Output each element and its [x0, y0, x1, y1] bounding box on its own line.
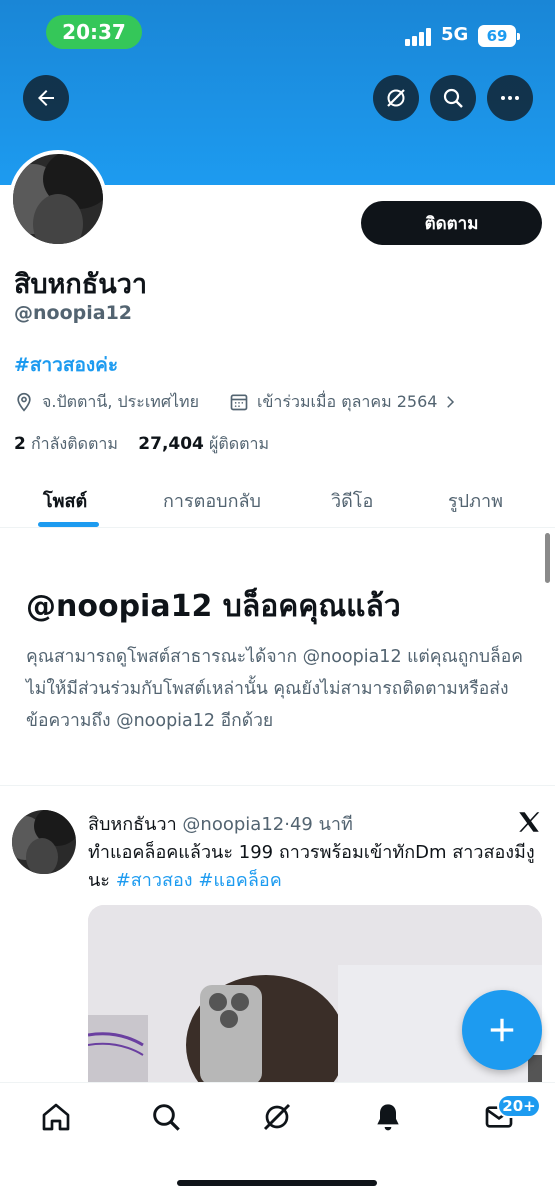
post-time: 49 นาที — [289, 814, 353, 835]
compose-post-button[interactable] — [462, 990, 542, 1070]
signal-icon — [405, 28, 431, 46]
status-time: 20:37 — [46, 15, 142, 49]
search-icon — [443, 88, 463, 108]
messages-badge: 20+ — [497, 1094, 541, 1118]
followers-count: 27,404 — [138, 434, 204, 454]
grok-icon — [387, 89, 405, 107]
post-hashtag-1[interactable]: #สาวสอง — [116, 870, 193, 891]
search-icon — [153, 1104, 180, 1131]
blocked-message: คุณสามารถดูโพสต์สาธารณะได้จาก @noopia12 … — [26, 647, 523, 731]
nav-notifications[interactable] — [370, 1099, 406, 1135]
profile-avatar[interactable] — [9, 150, 107, 248]
scrollbar[interactable] — [545, 533, 550, 583]
plus-icon — [490, 1018, 514, 1042]
status-bar: 20:37 5G 69 — [0, 0, 555, 62]
section-divider — [0, 785, 555, 786]
nav-home[interactable] — [38, 1099, 74, 1135]
profile-handle: @noopia12 — [14, 302, 133, 324]
location-text: จ.ปัตตานี, ประเทศไทย — [42, 391, 199, 411]
post-header: สิบหกธันวา @noopia12·49 นาที — [88, 809, 353, 838]
follow-button[interactable]: ติดตาม — [361, 201, 542, 245]
nav-search[interactable] — [148, 1099, 184, 1135]
back-arrow-icon — [38, 90, 54, 106]
x-logo-icon — [519, 812, 540, 832]
following-count: 2 — [14, 434, 26, 454]
grok-icon — [263, 1103, 291, 1131]
profile-tabs: โพสต์ การตอบกลับ วิดีโอ รูปภาพ — [0, 470, 555, 528]
profile-location: จ.ปัตตานี, ประเทศไทย — [14, 389, 199, 415]
more-icon — [501, 96, 519, 100]
chevron-right-icon — [447, 396, 455, 408]
home-indicator — [177, 1180, 377, 1186]
nav-grok[interactable] — [259, 1099, 295, 1135]
location-icon — [17, 392, 31, 412]
follow-counts: 2 กำลังติดตาม 27,404 ผู้ติดตาม — [14, 432, 269, 457]
profile-display-name: สิบหกธันวา — [14, 269, 148, 300]
grok-button[interactable] — [373, 75, 419, 121]
post-author-name[interactable]: สิบหกธันวา — [88, 814, 177, 835]
active-tab-indicator — [38, 522, 99, 527]
following-link[interactable]: 2 กำลังติดตาม — [14, 434, 118, 454]
post-author-handle[interactable]: @noopia12 — [182, 814, 284, 835]
post-author-avatar[interactable] — [12, 810, 76, 874]
home-icon — [42, 1103, 70, 1131]
more-button[interactable] — [487, 75, 533, 121]
blocked-title: @noopia12 บล็อคคุณแล้ว — [26, 589, 401, 624]
back-button[interactable] — [23, 75, 69, 121]
battery-icon: 69 — [478, 25, 520, 47]
profile-joined[interactable]: เข้าร่วมเมื่อ ตุลาคม 2564 — [229, 389, 459, 415]
profile-bio-hashtag[interactable]: #สาวสองค่ะ — [14, 350, 118, 380]
tab-photos[interactable]: รูปภาพ — [448, 486, 503, 515]
calendar-icon — [230, 394, 248, 411]
post-text: ทำแอคล็อคแล้วนะ 199 ถาวรพร้อมเข้าทักDm ส… — [88, 839, 538, 895]
followers-label: ผู้ติดตาม — [208, 434, 270, 453]
tab-videos[interactable]: วิดีโอ — [331, 486, 373, 515]
search-button[interactable] — [430, 75, 476, 121]
joined-text: เข้าร่วมเมื่อ ตุลาคม 2564 — [257, 391, 438, 411]
tab-posts[interactable]: โพสต์ — [43, 486, 87, 515]
following-label: กำลังติดตาม — [30, 434, 118, 453]
tab-replies[interactable]: การตอบกลับ — [163, 486, 261, 515]
followers-link[interactable]: 27,404 ผู้ติดตาม — [138, 434, 270, 454]
post-hashtag-2[interactable]: #แอคล็อค — [198, 870, 281, 891]
network-type: 5G — [441, 24, 469, 45]
notifications-bell-icon — [377, 1104, 399, 1131]
